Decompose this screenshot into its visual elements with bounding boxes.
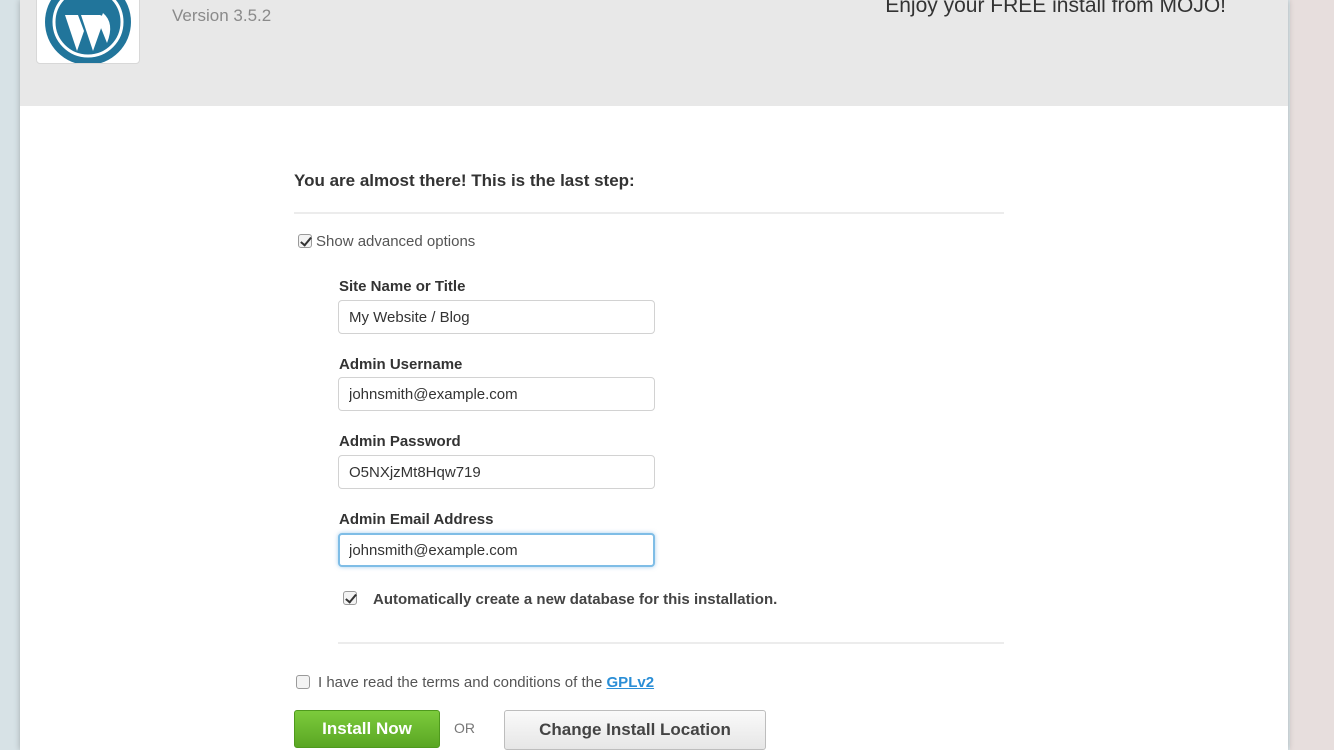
admin-email-input[interactable] [338,533,655,567]
divider [338,642,1004,644]
admin-password-input[interactable] [338,455,655,489]
installer-card: Version 3.5.2 Enjoy your FREE install fr… [20,0,1288,750]
page-background-left [0,0,20,750]
wordpress-logo-tile [36,0,140,64]
auto-database-label: Automatically create a new database for … [373,591,778,608]
install-now-button[interactable]: Install Now [294,710,440,748]
site-name-label: Site Name or Title [339,278,466,295]
advanced-options-label: Show advanced options [316,233,476,250]
page-background-right [1290,0,1334,750]
terms-label: I have read the terms and conditions of … [318,674,654,691]
step-title: You are almost there! This is the last s… [294,171,635,190]
gplv2-link[interactable]: GPLv2 [607,674,655,691]
terms-checkbox[interactable] [296,675,310,689]
advanced-options-checkbox[interactable] [298,234,312,248]
admin-username-input[interactable] [338,377,655,411]
admin-password-label: Admin Password [339,433,461,450]
installer-header: Version 3.5.2 Enjoy your FREE install fr… [20,0,1288,106]
divider [294,212,1004,214]
or-separator: OR [454,720,475,736]
wordpress-logo-icon [45,0,131,63]
version-text: Version 3.5.2 [172,6,272,25]
change-install-location-button[interactable]: Change Install Location [504,710,766,750]
admin-email-label: Admin Email Address [339,511,494,528]
site-name-input[interactable] [338,300,655,334]
admin-username-label: Admin Username [339,356,463,373]
promo-text: Enjoy your FREE install from MOJO! [885,0,1226,17]
terms-text: I have read the terms and conditions of … [318,674,603,691]
auto-database-checkbox[interactable] [343,591,357,605]
